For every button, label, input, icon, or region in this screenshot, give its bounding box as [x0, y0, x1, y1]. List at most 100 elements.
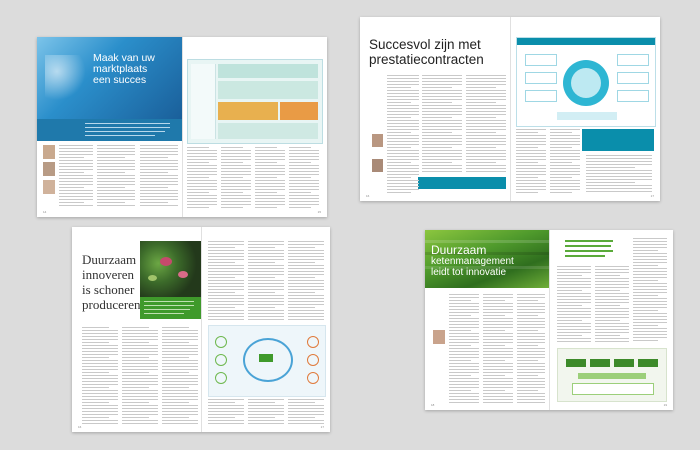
text-line: [483, 366, 513, 367]
text-line: [208, 241, 244, 242]
text-line: [466, 93, 506, 94]
text-line: [289, 177, 311, 178]
text-line: [466, 168, 506, 169]
text-line: [162, 354, 198, 355]
text-line: [557, 299, 591, 300]
text-line: [387, 90, 419, 91]
text-line: [122, 366, 158, 367]
text-line: [516, 165, 546, 166]
text-line: [483, 390, 505, 391]
text-line: [140, 184, 178, 185]
text-line: [97, 178, 135, 179]
text-line: [387, 105, 419, 106]
text-line: [97, 205, 135, 206]
text-line: [422, 99, 462, 100]
text-line: [255, 165, 285, 166]
text-line: [633, 280, 658, 281]
text-line: [59, 196, 93, 197]
text-line: [208, 319, 244, 320]
text-line: [59, 190, 93, 191]
text-line: [633, 262, 667, 263]
text-line: [387, 108, 419, 109]
text-line: [162, 333, 198, 334]
text-line: [162, 348, 198, 349]
text-line: [517, 312, 545, 313]
text-line: [122, 330, 158, 331]
text-line: [288, 316, 324, 317]
text-line: [140, 187, 168, 188]
text-line: [449, 315, 471, 316]
text-line: [187, 165, 217, 166]
text-line: [466, 123, 506, 124]
text-line: [483, 345, 505, 346]
text-line: [466, 132, 496, 133]
text-line: [387, 102, 411, 103]
text-line: [595, 335, 620, 336]
text-line: [208, 310, 244, 311]
text-line: [208, 247, 235, 248]
text-line: [449, 297, 479, 298]
text-line: [557, 266, 591, 267]
text-line: [289, 168, 319, 169]
text-line: [248, 313, 284, 314]
text-line: [82, 357, 109, 358]
text-line: [387, 120, 419, 121]
text-line: [466, 141, 506, 142]
text-line: [82, 342, 109, 343]
text-line: [633, 304, 667, 305]
text-line: [208, 423, 244, 424]
text-line: [59, 157, 84, 158]
text-line: [483, 384, 513, 385]
text-line: [288, 304, 324, 305]
text-line: [82, 333, 118, 334]
text-line: [59, 166, 93, 167]
text-line: [122, 381, 158, 382]
text-line: [140, 193, 178, 194]
text-line: [449, 363, 479, 364]
text-line: [517, 372, 545, 373]
text-line: [387, 183, 419, 184]
text-line: [422, 141, 462, 142]
text-line: [449, 366, 479, 367]
text-line: [557, 284, 591, 285]
text-line: [516, 186, 546, 187]
text-line: [422, 135, 462, 136]
text-line: [466, 117, 496, 118]
text-line: [466, 150, 506, 151]
text-line: [288, 271, 324, 272]
text-line: [633, 289, 667, 290]
text-line: [122, 423, 158, 424]
text-line: [248, 319, 284, 320]
text-line: [516, 171, 546, 172]
text-line: [59, 202, 84, 203]
text-line: [82, 399, 118, 400]
text-line: [633, 295, 658, 296]
text-line: [289, 165, 319, 166]
text-line: [557, 275, 582, 276]
text-line: [466, 156, 506, 157]
text-line: [248, 402, 275, 403]
text-line: [248, 420, 284, 421]
text-line: [187, 150, 217, 151]
text-line: [633, 310, 658, 311]
text-line: [248, 295, 284, 296]
text-line: [82, 378, 118, 379]
text-line: [59, 160, 93, 161]
text-line: [82, 375, 118, 376]
portrait-photo: [372, 159, 383, 172]
text-line: [97, 145, 135, 146]
title-line-2: prestatiecontracten: [369, 52, 484, 67]
text-line: [595, 299, 629, 300]
text-line: [633, 256, 667, 257]
spread2-title: Succesvol zijn met prestatiecontracten: [369, 37, 484, 67]
text-line: [59, 169, 93, 170]
text-line: [97, 169, 135, 170]
text-line: [595, 281, 629, 282]
text-line: [516, 129, 546, 130]
text-line: [82, 390, 118, 391]
text-line: [550, 132, 572, 133]
text-line: [162, 357, 189, 358]
text-line: [59, 205, 93, 206]
text-line: [140, 169, 178, 170]
text-line: [162, 363, 198, 364]
